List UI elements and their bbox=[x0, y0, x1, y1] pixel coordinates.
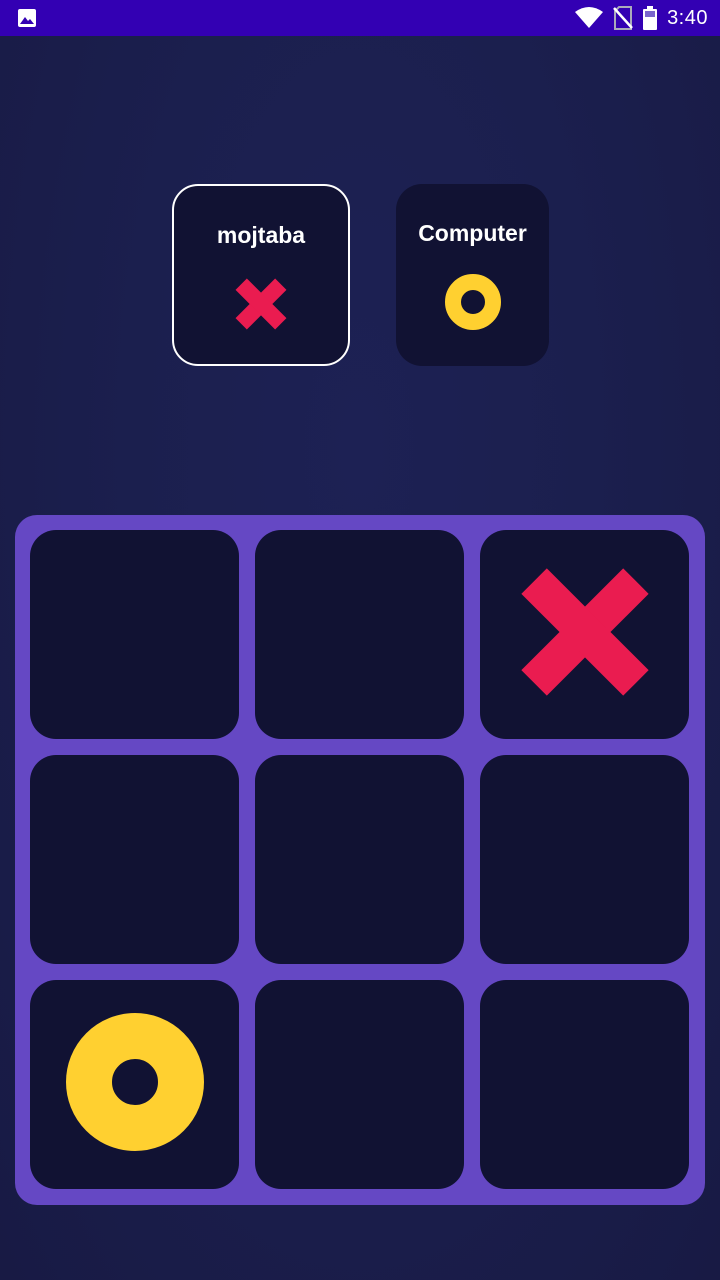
battery-icon bbox=[643, 6, 658, 30]
board-cell-9[interactable] bbox=[480, 980, 689, 1189]
board-cell-1[interactable] bbox=[30, 530, 239, 739]
no-sim-icon bbox=[613, 6, 633, 30]
board-cell-8[interactable] bbox=[255, 980, 464, 1189]
board-cell-4[interactable] bbox=[30, 755, 239, 964]
player-name: Computer bbox=[418, 220, 527, 246]
status-time: 3:40 bbox=[667, 6, 708, 29]
o-mark-icon bbox=[63, 1010, 207, 1159]
board-cell-5[interactable] bbox=[255, 755, 464, 964]
board-cell-2[interactable] bbox=[255, 530, 464, 739]
game-board bbox=[15, 515, 705, 1205]
board-cell-3[interactable] bbox=[480, 530, 689, 739]
status-bar: 3:40 bbox=[0, 0, 720, 36]
board-cell-7[interactable] bbox=[30, 980, 239, 1189]
wifi-icon bbox=[575, 7, 604, 29]
x-mark-icon bbox=[233, 276, 289, 337]
x-mark-icon bbox=[519, 566, 651, 703]
image-notification-icon bbox=[17, 8, 37, 28]
player-card-mojtaba: mojtaba bbox=[172, 184, 350, 366]
player-card-computer: Computer bbox=[396, 184, 549, 366]
board-cell-6[interactable] bbox=[480, 755, 689, 964]
o-mark-icon bbox=[444, 274, 501, 335]
player-name: mojtaba bbox=[216, 222, 306, 248]
